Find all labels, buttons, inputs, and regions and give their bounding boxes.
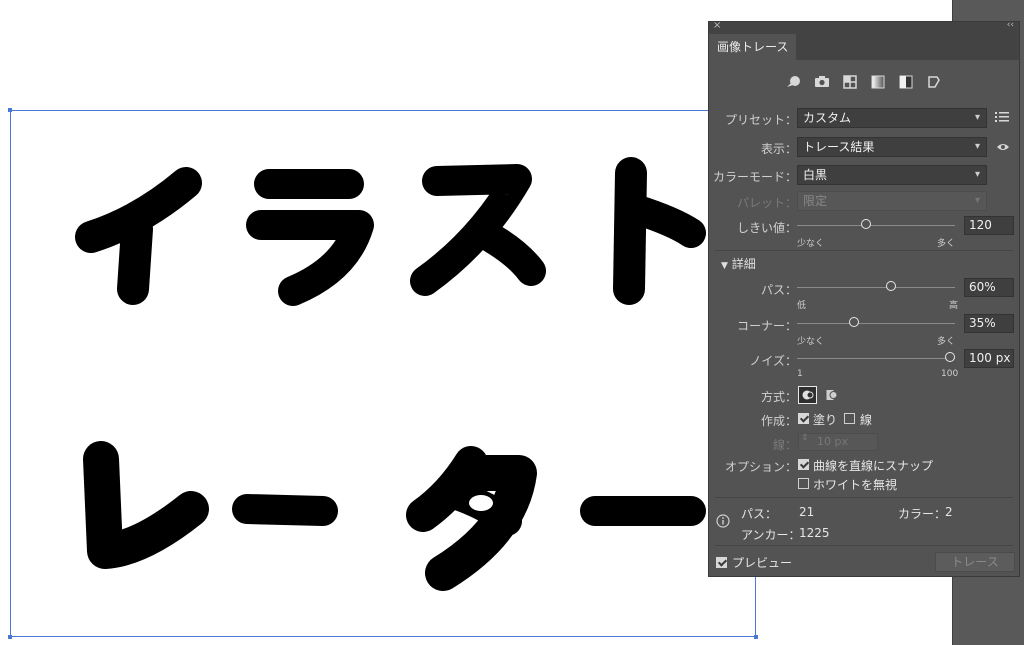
artboard-anchor bbox=[8, 635, 12, 639]
noise-label: ノイズ： bbox=[749, 354, 797, 368]
eye-icon[interactable] bbox=[996, 141, 1010, 155]
slider-track bbox=[797, 225, 955, 226]
slider-handle[interactable] bbox=[848, 317, 859, 327]
palette-value: 限定 bbox=[803, 194, 828, 208]
divider bbox=[715, 497, 1013, 498]
corners-input[interactable]: 35% bbox=[964, 314, 1014, 333]
slider-track bbox=[797, 358, 955, 359]
threshold-input[interactable]: 120 bbox=[964, 216, 1014, 235]
divider bbox=[715, 545, 1013, 546]
ignore-white-label: ホワイトを無視 bbox=[813, 478, 898, 492]
color-mode-label: カラーモード： bbox=[712, 170, 797, 184]
paths-slider[interactable] bbox=[797, 278, 955, 298]
corners-max-label: 多く bbox=[937, 337, 956, 347]
create-label: 作成： bbox=[760, 414, 797, 428]
threshold-min-label: 少なく bbox=[797, 239, 825, 249]
artboard[interactable] bbox=[10, 110, 756, 637]
ignore-white-checkbox[interactable] bbox=[798, 478, 809, 489]
info-colors-value: 2 bbox=[945, 505, 953, 519]
corners-label: コーナー： bbox=[736, 319, 797, 333]
paths-label: パス： bbox=[760, 283, 797, 297]
artboard-anchor bbox=[754, 635, 758, 639]
slider-track bbox=[797, 287, 955, 288]
advanced-label: 詳細 bbox=[731, 257, 756, 271]
preset-dropdown[interactable]: カスタム ▾ bbox=[797, 108, 987, 128]
stroke-label: 線 bbox=[860, 413, 873, 427]
disclosure-triangle-icon: ▼ bbox=[721, 261, 728, 271]
slider-track bbox=[797, 323, 955, 324]
corners-slider[interactable] bbox=[797, 314, 955, 334]
info-anchors-value: 1225 bbox=[799, 526, 830, 540]
preset-menu-icon[interactable] bbox=[995, 111, 1009, 126]
paths-min-label: 低 bbox=[797, 301, 807, 311]
outline-icon[interactable] bbox=[926, 73, 943, 90]
noise-slider[interactable] bbox=[797, 349, 955, 369]
close-icon[interactable]: × bbox=[713, 20, 721, 31]
preset-label: プリセット： bbox=[724, 113, 797, 127]
paths-input[interactable]: 60% bbox=[964, 278, 1014, 297]
info-paths-value: 21 bbox=[799, 505, 815, 519]
divider bbox=[715, 250, 1013, 251]
fill-label: 塗り bbox=[813, 413, 838, 427]
artboard-anchor bbox=[8, 108, 12, 112]
chevron-down-icon: ▾ bbox=[974, 112, 980, 123]
method-abutting-button[interactable] bbox=[798, 386, 817, 404]
abutting-icon bbox=[802, 390, 813, 400]
fill-checkbox[interactable] bbox=[798, 413, 809, 424]
chevron-down-icon: ▾ bbox=[974, 141, 980, 152]
bw-icon[interactable] bbox=[898, 73, 915, 90]
image-trace-panel: × ‹‹ 画像トレース プリセット： カスタム ▾ 表示： トレース結果 ▾ カ… bbox=[708, 20, 1020, 577]
info-paths-label: パス： bbox=[741, 507, 778, 521]
panel-tabs: 画像トレース bbox=[709, 34, 1019, 60]
stroke-width-value: 10 px bbox=[817, 435, 848, 448]
gradient-icon[interactable] bbox=[870, 73, 887, 90]
info-colors-label: カラー： bbox=[898, 507, 947, 521]
palette-label: パレット： bbox=[736, 196, 797, 210]
threshold-max-label: 多く bbox=[937, 239, 956, 249]
slider-handle[interactable] bbox=[945, 352, 955, 362]
trace-button[interactable]: トレース bbox=[935, 552, 1015, 572]
chevron-down-icon: ▾ bbox=[974, 169, 980, 180]
slider-handle[interactable] bbox=[885, 281, 896, 291]
traced-artwork[interactable] bbox=[11, 111, 757, 638]
options-label: オプション： bbox=[724, 460, 797, 474]
info-icon bbox=[716, 514, 730, 531]
paths-max-label: 高 bbox=[949, 301, 959, 311]
photo-icon[interactable] bbox=[814, 73, 831, 90]
preview-checkbox[interactable] bbox=[716, 557, 727, 568]
info-anchors-label: アンカー： bbox=[741, 528, 801, 542]
preset-icon-row bbox=[709, 73, 1019, 90]
preset-value: カスタム bbox=[803, 111, 852, 125]
grid-icon[interactable] bbox=[842, 73, 859, 90]
chevron-down-icon: ▾ bbox=[974, 195, 980, 206]
slider-handle[interactable] bbox=[860, 219, 871, 229]
noise-input[interactable]: 100 px bbox=[964, 349, 1014, 368]
advanced-toggle[interactable]: ▼ 詳細 bbox=[721, 255, 756, 272]
stroke-width-input: ⇕ 10 px bbox=[798, 433, 878, 451]
color-mode-dropdown[interactable]: 白黒 ▾ bbox=[797, 165, 987, 185]
snap-curves-label: 曲線を直線にスナップ bbox=[813, 459, 934, 473]
tab-image-trace[interactable]: 画像トレース bbox=[709, 34, 797, 60]
auto-color-icon[interactable] bbox=[786, 73, 803, 90]
palette-dropdown: 限定 ▾ bbox=[797, 191, 987, 211]
collapse-icon[interactable]: ‹‹ bbox=[1007, 20, 1014, 30]
view-value: トレース結果 bbox=[803, 140, 875, 154]
threshold-slider[interactable] bbox=[797, 216, 955, 236]
overlapping-icon bbox=[826, 390, 837, 400]
stroke-width-label: 線： bbox=[772, 438, 797, 452]
noise-min-label: 1 bbox=[797, 369, 803, 379]
method-overlapping-button[interactable] bbox=[822, 386, 841, 404]
threshold-label: しきい値： bbox=[736, 221, 797, 235]
snap-curves-checkbox[interactable] bbox=[798, 459, 809, 470]
corners-min-label: 少なく bbox=[797, 337, 825, 347]
stroke-checkbox[interactable] bbox=[844, 413, 855, 424]
noise-max-label: 100 bbox=[941, 369, 959, 379]
method-label: 方式： bbox=[760, 390, 797, 404]
panel-titlebar[interactable]: × ‹‹ bbox=[709, 20, 1019, 34]
preview-label: プレビュー bbox=[732, 556, 793, 570]
view-label: 表示： bbox=[760, 142, 797, 156]
stepper-icon: ⇕ bbox=[801, 433, 809, 443]
view-dropdown[interactable]: トレース結果 ▾ bbox=[797, 137, 987, 157]
color-mode-value: 白黒 bbox=[803, 168, 828, 182]
